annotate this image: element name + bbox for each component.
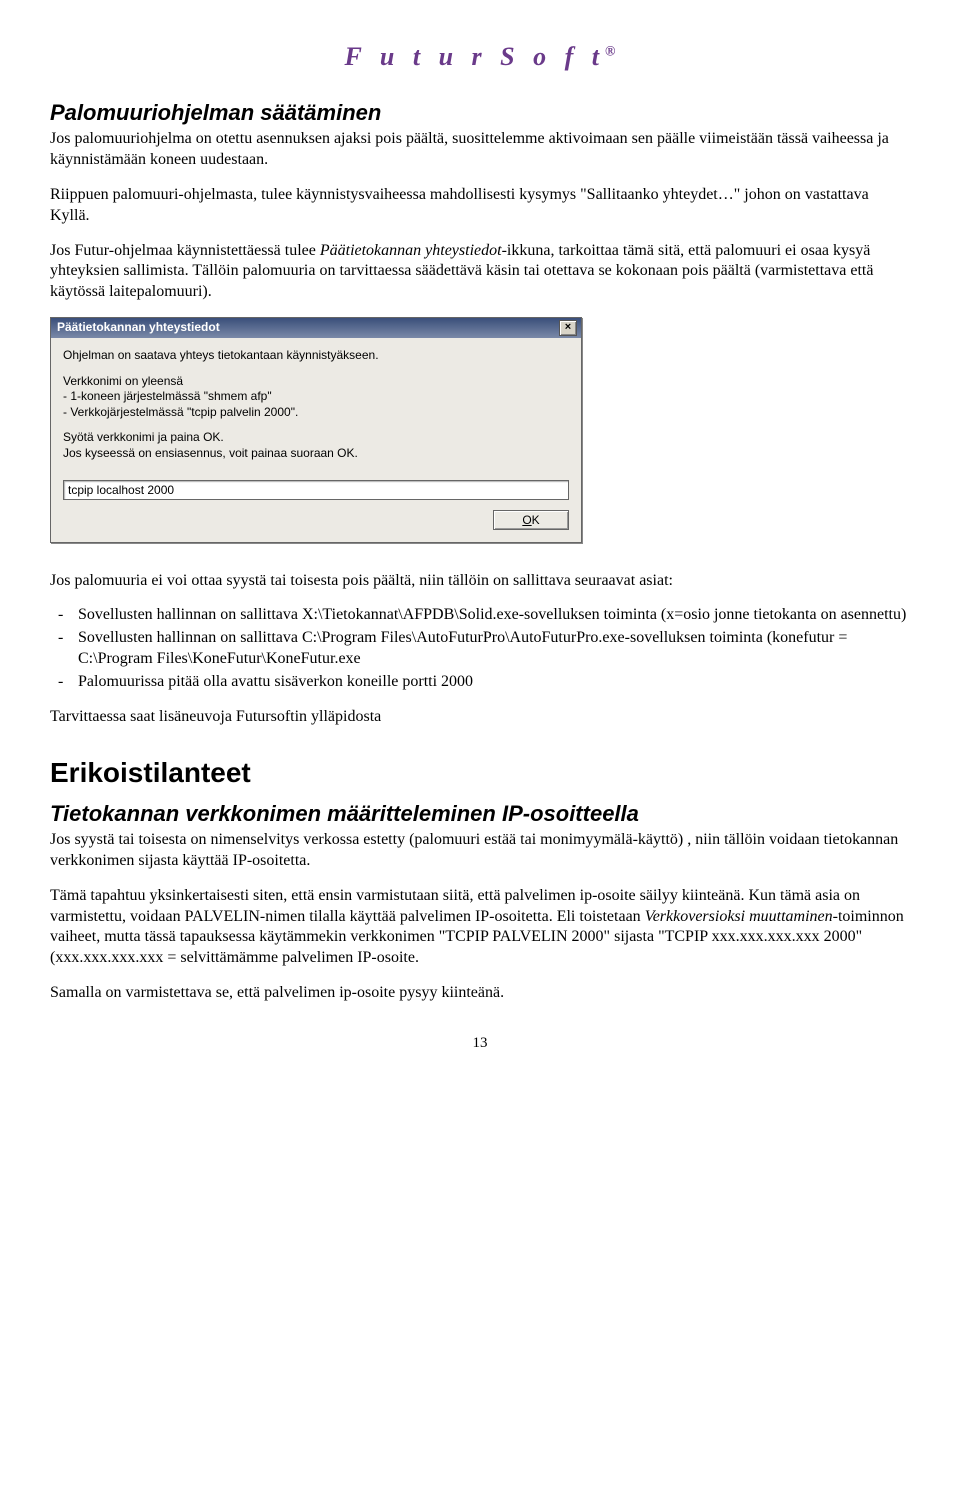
dialog-screenshot: Päätietokannan yhteystiedot × Ohjelman o…: [50, 317, 910, 543]
dialog-title: Päätietokannan yhteystiedot: [57, 320, 220, 336]
dialog-text: Ohjelman on saatava yhteys tietokantaan …: [63, 348, 569, 364]
heading-palomuuri: Palomuuriohjelman säätäminen: [50, 99, 910, 128]
brand-logo: F u t u r S o f t®: [50, 40, 910, 74]
dialog-window: Päätietokannan yhteystiedot × Ohjelman o…: [50, 317, 582, 543]
close-icon[interactable]: ×: [559, 320, 577, 336]
body-text: Jos syystä tai toisesta on nimenselvitys…: [50, 830, 910, 872]
body-text: Tarvittaessa saat lisäneuvoja Futursofti…: [50, 707, 910, 728]
body-text: Riippuen palomuuri-ohjelmasta, tulee käy…: [50, 185, 910, 227]
body-text: Jos Futur-ohjelmaa käynnistettäessä tule…: [50, 241, 910, 303]
body-text: Samalla on varmistettava se, että palvel…: [50, 983, 910, 1004]
ok-button[interactable]: OK: [493, 510, 569, 530]
page-number: 13: [50, 1034, 910, 1054]
dialog-titlebar: Päätietokannan yhteystiedot ×: [51, 318, 581, 338]
dialog-body: Ohjelman on saatava yhteys tietokantaan …: [51, 338, 581, 542]
body-text: Jos palomuuria ei voi ottaa syystä tai t…: [50, 571, 910, 592]
body-text: Jos palomuuriohjelma on otettu asennukse…: [50, 129, 910, 171]
list-item: Sovellusten hallinnan on sallittava C:\P…: [50, 628, 910, 670]
heading-ip-osoite: Tietokannan verkkonimen määritteleminen …: [50, 800, 910, 829]
list-item: Palomuurissa pitää olla avattu sisäverko…: [50, 672, 910, 693]
dialog-text: Verkkonimi on yleensä - 1-koneen järjest…: [63, 374, 569, 421]
body-text: Tämä tapahtuu yksinkertaisesti siten, et…: [50, 886, 910, 969]
dialog-text: Syötä verkkonimi ja paina OK. Jos kysees…: [63, 430, 569, 461]
network-name-input[interactable]: [63, 480, 569, 500]
heading-erikoistilanteet: Erikoistilanteet: [50, 755, 910, 791]
bullet-list: Sovellusten hallinnan on sallittava X:\T…: [50, 605, 910, 692]
list-item: Sovellusten hallinnan on sallittava X:\T…: [50, 605, 910, 626]
